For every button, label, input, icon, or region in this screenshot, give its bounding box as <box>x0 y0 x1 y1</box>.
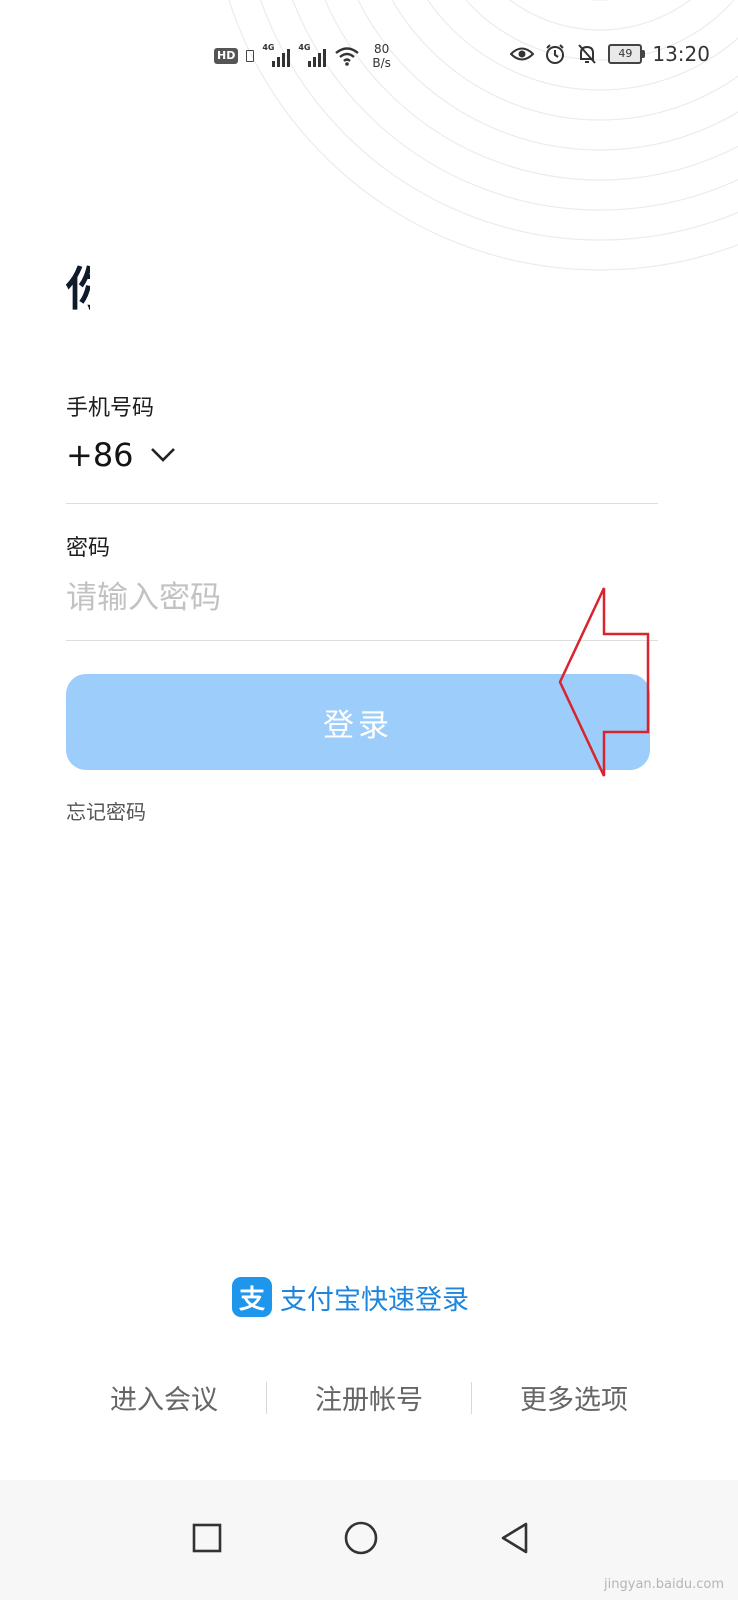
network-speed-value: 80 <box>373 42 390 56</box>
status-bar-right: 49 13:20 <box>510 42 710 66</box>
alipay-quick-login[interactable]: 支 支付宝快速登录 <box>232 1277 469 1317</box>
battery-level: 49 <box>618 47 633 60</box>
signal-icon-sim2: 4G <box>298 43 327 67</box>
app-logo-text: 你 <box>66 262 90 316</box>
mute-bell-icon <box>578 44 597 64</box>
phone-number-label: 手机号码 <box>66 396 155 421</box>
alipay-login-label: 支付宝快速登录 <box>280 1284 469 1316</box>
password-input[interactable] <box>66 573 626 623</box>
country-code-selector[interactable]: +86 <box>66 436 176 474</box>
country-code: +86 <box>66 436 134 474</box>
link-separator <box>471 1381 472 1414</box>
forgot-password-link[interactable]: 忘记密码 <box>66 796 146 825</box>
register-account-link[interactable]: 注册帐号 <box>315 1378 423 1417</box>
bottom-links: 进入会议 注册帐号 更多选项 <box>110 1378 628 1417</box>
join-meeting-link[interactable]: 进入会议 <box>110 1378 218 1417</box>
network-speed-unit: B/s <box>372 56 391 70</box>
hd-badge: HD <box>214 48 239 64</box>
signal-icon-sim1: 4G <box>262 43 291 67</box>
back-triangle-icon <box>501 1522 528 1554</box>
circle-icon <box>344 1521 378 1555</box>
alipay-icon-glyph: 支 <box>238 1284 265 1315</box>
network-type-label: 4G <box>298 43 311 52</box>
more-options-link[interactable]: 更多选项 <box>520 1378 628 1417</box>
annotation-arrow-icon <box>558 587 650 777</box>
status-bar-left: HD 4G 4G 80 B/s <box>214 42 391 70</box>
app-logo-partial: 你 <box>66 262 90 316</box>
network-speed: 80 B/s <box>372 42 391 70</box>
link-separator <box>266 1381 267 1414</box>
volte-icon <box>246 50 255 62</box>
home-button[interactable] <box>333 1510 389 1566</box>
phone-field-divider <box>66 503 658 504</box>
watermark-text: jingyan.baidu.com <box>604 1577 724 1592</box>
recent-apps-button[interactable] <box>179 1510 235 1566</box>
eye-comfort-icon <box>510 47 535 61</box>
wifi-icon <box>335 47 360 66</box>
clock-time: 13:20 <box>652 42 710 66</box>
status-bar: HD 4G 4G 80 B/s 49 13:20 <box>0 30 738 78</box>
password-label: 密码 <box>66 536 111 561</box>
alarm-icon <box>546 44 565 64</box>
network-type-label: 4G <box>262 43 275 52</box>
chevron-down-icon <box>150 448 175 462</box>
battery-icon: 49 <box>608 44 646 64</box>
square-icon <box>192 1523 222 1553</box>
back-button[interactable] <box>487 1510 543 1566</box>
alipay-icon: 支 <box>232 1277 272 1317</box>
